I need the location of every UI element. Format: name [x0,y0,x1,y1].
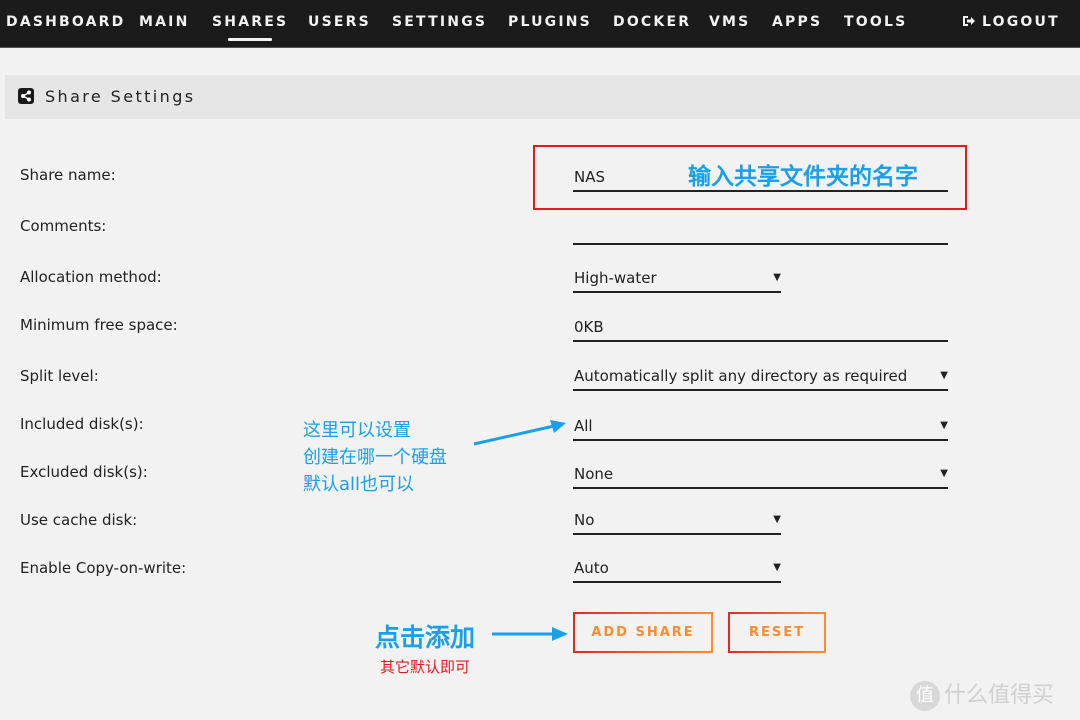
watermark-text: 什么值得买 [944,683,1055,708]
excluded-disks-label: Excluded disk(s): [20,463,148,481]
copy-on-write-label: Enable Copy-on-write: [20,559,187,577]
nav-tools[interactable]: TOOLS [844,14,907,30]
min-free-space-value: 0KB [574,318,604,336]
disk-hint-line1: 这里可以设置 [303,420,411,441]
split-level-select[interactable]: Automatically split any directory as req… [573,367,948,391]
annotation-arrow-icon [492,627,568,641]
logout-label: LOGOUT [982,14,1060,30]
dropdown-caret-icon: ▼ [773,514,781,525]
dropdown-caret-icon: ▼ [773,562,781,573]
nav-settings[interactable]: SETTINGS [392,14,487,30]
excluded-disks-value: None [574,465,614,483]
use-cache-label: Use cache disk: [20,511,138,529]
click-add-hint: 点击添加 [375,623,476,652]
nav-main[interactable]: MAIN [139,14,190,30]
use-cache-select[interactable]: No ▼ [573,511,781,535]
nav-shares[interactable]: SHARES [212,14,288,41]
section-header: Share Settings [5,75,1080,119]
watermark-logo-icon: 值 [910,681,940,711]
watermark: 值什么值得买 [910,677,1054,711]
allocation-method-label: Allocation method: [20,268,162,286]
split-level-label: Split level: [20,367,99,385]
dropdown-caret-icon: ▼ [773,272,781,283]
allocation-method-value: High-water [574,269,657,287]
nav-apps[interactable]: APPS [772,14,822,30]
copy-on-write-value: Auto [574,559,609,577]
dropdown-caret-icon: ▼ [940,420,948,431]
top-navigation: DASHBOARD MAIN SHARES USERS SETTINGS PLU… [0,0,1080,48]
others-default-hint: 其它默认即可 [380,658,471,676]
included-disks-label: Included disk(s): [20,415,144,433]
allocation-method-select[interactable]: High-water ▼ [573,269,781,293]
min-free-space-label: Minimum free space: [20,316,178,334]
comments-label: Comments: [20,217,107,235]
reset-button[interactable]: RESET [728,612,826,653]
split-level-value: Automatically split any directory as req… [574,367,908,385]
section-title: Share Settings [45,87,196,106]
nav-vms[interactable]: VMS [709,14,750,30]
share-name-hint: 输入共享文件夹的名字 [688,164,918,190]
comments-input[interactable] [573,221,948,245]
copy-on-write-select[interactable]: Auto ▼ [573,559,781,583]
logout-icon [963,16,975,26]
included-disks-select[interactable]: All ▼ [573,417,948,441]
logout-button[interactable]: LOGOUT [962,14,1060,30]
excluded-disks-select[interactable]: None ▼ [573,465,948,489]
disk-hint-line3: 默认all也可以 [303,474,415,495]
disk-hint-line2: 创建在哪一个硬盘 [303,447,447,468]
use-cache-value: No [574,511,595,529]
min-free-space-input[interactable]: 0KB [573,318,948,342]
nav-docker[interactable]: DOCKER [613,14,691,30]
nav-dashboard[interactable]: DASHBOARD [6,14,126,30]
share-name-label: Share name: [20,166,116,184]
add-share-button[interactable]: ADD SHARE [573,612,713,653]
included-disks-value: All [574,417,593,435]
dropdown-caret-icon: ▼ [940,370,948,381]
nav-plugins[interactable]: PLUGINS [508,14,592,30]
nav-users[interactable]: USERS [308,14,371,30]
annotation-arrow-icon [473,420,566,446]
share-icon [18,88,34,104]
dropdown-caret-icon: ▼ [940,468,948,479]
